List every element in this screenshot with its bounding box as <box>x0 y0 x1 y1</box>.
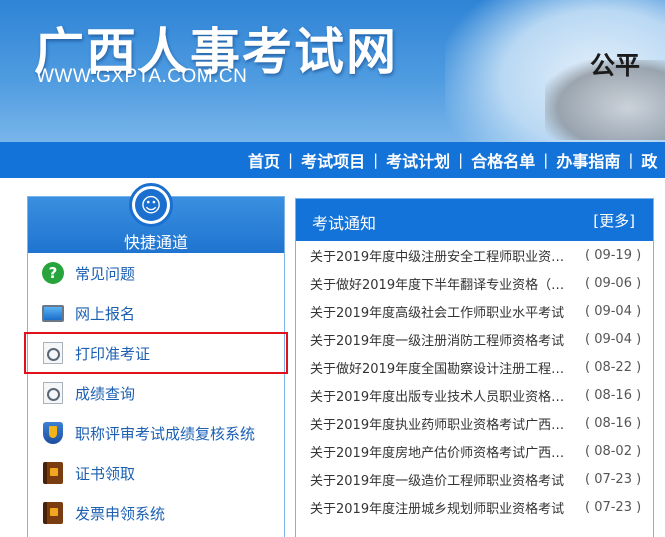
exam-notices-panel: 考试通知 [更多] 关于2019年度中级注册安全工程师职业资格考试 ( 09-19… <box>295 198 654 537</box>
notice-title[interactable]: 关于2019年度一级注册消防工程师资格考试 <box>310 330 575 349</box>
notice-title[interactable]: 关于2019年度一级造价工程师职业资格考试 <box>310 470 575 489</box>
notice-title[interactable]: 关于做好2019年度下半年翻译专业资格（水平）考试 <box>310 274 575 293</box>
nav-separator: | <box>373 151 379 169</box>
notice-item[interactable]: 关于2019年度中级注册安全工程师职业资格考试 ( 09-19 ) <box>296 241 653 269</box>
notice-date: ( 09-19 ) <box>585 247 642 263</box>
site-url: WWW.GXPTA.COM.CN <box>36 66 248 87</box>
people-icon: ☺ <box>135 189 167 221</box>
notice-item[interactable]: 关于2019年度一级注册消防工程师资格考试 ( 09-04 ) <box>296 325 653 353</box>
quick-item-certificate-pickup[interactable]: 证书领取 <box>28 453 284 493</box>
nav-separator: | <box>288 151 294 169</box>
notice-title[interactable]: 关于2019年度中级注册安全工程师职业资格考试 <box>310 246 575 265</box>
notice-title[interactable]: 关于2019年度出版专业技术人员职业资格考试 <box>310 386 575 405</box>
nav-item-policy[interactable]: 政 <box>641 148 657 172</box>
quick-access-title: 快捷通道 <box>123 233 188 252</box>
quick-item-online-registration[interactable]: 网上报名 <box>28 293 284 333</box>
question-icon: ? <box>41 261 65 285</box>
quick-item-label: 证书领取 <box>75 464 136 483</box>
quick-item-label: 常见问题 <box>75 264 136 283</box>
banner-slogan: 公平 <box>590 51 641 80</box>
quick-access-panel: 快捷通道 ? 常见问题 网上报名 打印准考证 成绩查询 职称评审考试成绩复核系统… <box>24 196 288 537</box>
notice-title[interactable]: 关于2019年度高级社会工作师职业水平考试 <box>310 302 575 321</box>
nav-item-qualified-list[interactable]: 合格名单 <box>471 148 535 172</box>
notice-item[interactable]: 关于2019年度一级造价工程师职业资格考试 ( 07-23 ) <box>296 465 653 493</box>
quick-item-label: 职称评审考试成绩复核系统 <box>75 424 256 443</box>
notice-date: ( 09-06 ) <box>585 275 642 291</box>
notice-title[interactable]: 关于2019年度执业药师职业资格考试广西考区 <box>310 414 575 433</box>
notice-item[interactable]: 关于2019年度注册城乡规划师职业资格考试 ( 07-23 ) <box>296 493 653 521</box>
quick-item-label: 打印准考证 <box>75 344 151 363</box>
quick-item-label: 成绩查询 <box>75 384 136 403</box>
notices-title: 考试通知 <box>312 214 377 233</box>
notice-date: ( 09-04 ) <box>585 303 642 319</box>
notice-title[interactable]: 关于2019年度房地产估价师资格考试广西考区 <box>310 442 575 461</box>
nav-item-exam-plan[interactable]: 考试计划 <box>386 148 450 172</box>
notice-title[interactable]: 关于做好2019年度全国勘察设计注册工程师考试 <box>310 358 575 377</box>
notices-more-link[interactable]: [更多] <box>593 210 635 231</box>
book-icon <box>41 461 65 485</box>
quick-item-score-query[interactable]: 成绩查询 <box>28 373 284 413</box>
quick-item-print-admission-ticket[interactable]: 打印准考证 <box>24 332 288 374</box>
nav-separator: | <box>628 151 634 169</box>
notice-date: ( 07-23 ) <box>585 499 642 515</box>
quick-item-label: 发票申领系统 <box>75 504 166 523</box>
magnifier-doc-icon <box>41 341 65 365</box>
notice-date: ( 08-22 ) <box>585 359 642 375</box>
notice-title[interactable]: 关于2019年度注册城乡规划师职业资格考试 <box>310 498 575 517</box>
notice-item[interactable]: 关于2019年度高级社会工作师职业水平考试 ( 09-04 ) <box>296 297 653 325</box>
nav-separator: | <box>543 151 549 169</box>
quick-item-faq[interactable]: ? 常见问题 <box>28 253 284 293</box>
nav-item-guide[interactable]: 办事指南 <box>556 148 620 172</box>
header-banner: 广西人事考试网 WWW.GXPTA.COM.CN 公平 <box>0 0 665 142</box>
nav-item-exam-projects[interactable]: 考试项目 <box>301 148 365 172</box>
notice-item[interactable]: 关于做好2019年度下半年翻译专业资格（水平）考试 ( 09-06 ) <box>296 269 653 297</box>
magnifier-doc-icon <box>41 381 65 405</box>
notice-date: ( 07-23 ) <box>585 471 642 487</box>
quick-item-label: 网上报名 <box>75 304 136 323</box>
notice-date: ( 09-04 ) <box>585 331 642 347</box>
notices-header: 考试通知 [更多] <box>296 199 653 241</box>
main-nav: 首页 | 考试项目 | 考试计划 | 合格名单 | 办事指南 | 政 <box>0 142 665 178</box>
main-nav-items: 首页 | 考试项目 | 考试计划 | 合格名单 | 办事指南 | 政 <box>248 142 657 178</box>
quick-item-score-review-system[interactable]: 职称评审考试成绩复核系统 <box>28 413 284 453</box>
notices-list: 关于2019年度中级注册安全工程师职业资格考试 ( 09-19 ) 关于做好201… <box>296 241 653 521</box>
shield-icon <box>41 421 65 445</box>
monitor-icon <box>41 301 65 325</box>
notice-date: ( 08-02 ) <box>585 443 642 459</box>
notice-item[interactable]: 关于做好2019年度全国勘察设计注册工程师考试 ( 08-22 ) <box>296 353 653 381</box>
quick-item-invoice-system[interactable]: 发票申领系统 <box>28 493 284 533</box>
quick-access-list: ? 常见问题 网上报名 打印准考证 成绩查询 职称评审考试成绩复核系统 证书领取… <box>24 253 288 533</box>
notice-item[interactable]: 关于2019年度出版专业技术人员职业资格考试 ( 08-16 ) <box>296 381 653 409</box>
quick-access-emblem-icon: ☺ <box>129 183 173 227</box>
notice-item[interactable]: 关于2019年度房地产估价师资格考试广西考区 ( 08-02 ) <box>296 437 653 465</box>
notice-date: ( 08-16 ) <box>585 415 642 431</box>
nav-item-home[interactable]: 首页 <box>248 148 280 172</box>
book-icon <box>41 501 65 525</box>
nav-separator: | <box>458 151 464 169</box>
notice-date: ( 08-16 ) <box>585 387 642 403</box>
notice-item[interactable]: 关于2019年度执业药师职业资格考试广西考区 ( 08-16 ) <box>296 409 653 437</box>
